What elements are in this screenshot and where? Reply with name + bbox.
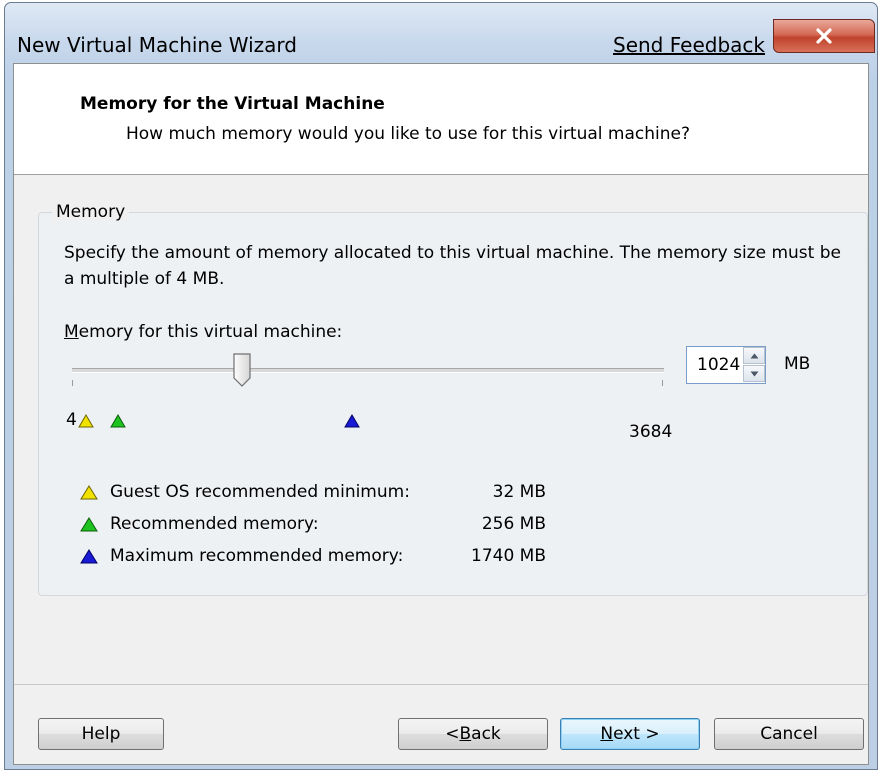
- recommended-marker-icon: [110, 414, 126, 428]
- page-subtitle: How much memory would you like to use fo…: [126, 124, 690, 144]
- memory-group-label: Memory: [52, 202, 130, 222]
- spin-up-button[interactable]: [743, 347, 765, 364]
- memory-slider-thumb[interactable]: [232, 352, 252, 388]
- legend-value: 256 MB: [481, 514, 546, 534]
- next-button[interactable]: Next >: [560, 718, 700, 750]
- legend-label: Recommended memory:: [110, 514, 319, 534]
- slider-min-label: 4: [66, 410, 77, 430]
- close-button[interactable]: [773, 19, 875, 53]
- back-accelerator: B: [459, 724, 472, 744]
- memory-label-text: emory for this virtual machine:: [78, 322, 343, 342]
- memory-slider-track[interactable]: [72, 368, 664, 373]
- spin-down-button[interactable]: [743, 365, 765, 382]
- back-button[interactable]: < Back: [398, 718, 548, 750]
- wizard-header: Memory for the Virtual Machine How much …: [14, 64, 868, 175]
- window-title: New Virtual Machine Wizard: [17, 33, 297, 57]
- wizard-body: Memory for the Virtual Machine How much …: [13, 63, 869, 765]
- slider-tick-min: [72, 380, 73, 386]
- yellow-triangle-icon: [80, 485, 98, 500]
- next-accelerator: N: [600, 724, 614, 744]
- back-prefix: <: [445, 724, 460, 744]
- arrow-up-icon: [750, 353, 758, 358]
- page-title: Memory for the Virtual Machine: [80, 94, 385, 114]
- legend-label: Maximum recommended memory:: [110, 546, 404, 566]
- memory-spin-box: [686, 346, 766, 384]
- legend-value: 1740 MB: [471, 546, 546, 566]
- next-rest: ext >: [613, 724, 660, 744]
- wizard-window: New Virtual Machine Wizard Send Feedback…: [4, 2, 878, 770]
- memory-label-accelerator: M: [64, 322, 79, 342]
- slider-tick-max: [662, 380, 663, 386]
- max-recommended-marker-icon: [344, 414, 360, 428]
- help-button[interactable]: Help: [38, 718, 164, 750]
- guest-min-marker-icon: [78, 414, 94, 428]
- green-triangle-icon: [80, 517, 98, 532]
- close-icon: [816, 28, 832, 44]
- memory-value-input[interactable]: [687, 347, 743, 383]
- legend-label: Guest OS recommended minimum:: [110, 482, 410, 502]
- cancel-button[interactable]: Cancel: [714, 718, 864, 750]
- legend-value: 32 MB: [492, 482, 546, 502]
- memory-field-label: Memory for this virtual machine:: [64, 322, 342, 342]
- back-rest: ack: [471, 724, 501, 744]
- footer-divider: [14, 684, 868, 685]
- arrow-down-icon: [750, 371, 758, 376]
- memory-description: Specify the amount of memory allocated t…: [64, 243, 841, 289]
- slider-max-label: 3684: [629, 422, 673, 442]
- send-feedback-link[interactable]: Send Feedback: [613, 33, 765, 57]
- memory-unit-label: MB: [784, 354, 811, 374]
- blue-triangle-icon: [80, 549, 98, 564]
